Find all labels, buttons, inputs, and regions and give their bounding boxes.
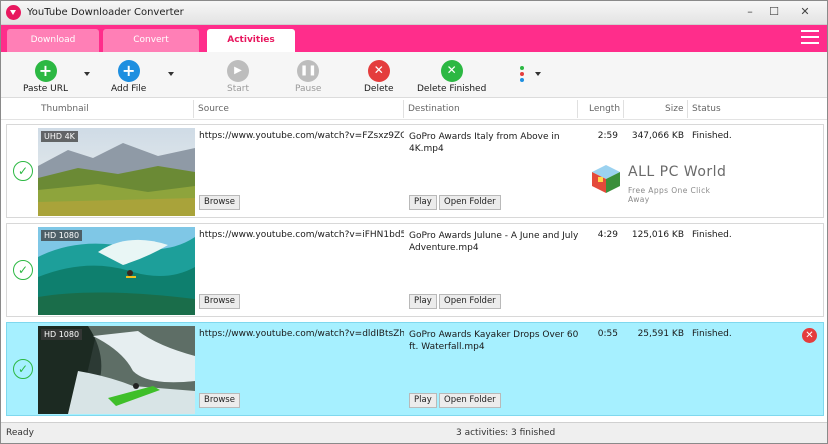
add-file-label: Add File (111, 84, 147, 94)
more-options-dropdown-icon[interactable] (535, 72, 541, 76)
video-thumbnail: HD 1080 (38, 227, 195, 315)
source-url: https://www.youtube.com/watch?v=FZsxz9ZG… (199, 131, 404, 141)
add-file-dropdown-icon[interactable] (168, 72, 174, 76)
source-url: https://www.youtube.com/watch?v=dldIBtsZ… (199, 329, 404, 339)
close-icon: ✕ (367, 60, 390, 82)
paste-url-label: Paste URL (23, 84, 69, 94)
paste-url-button[interactable]: + Paste URL (23, 60, 68, 94)
file-size: 125,016 KB (631, 230, 684, 240)
play-button[interactable]: Play (409, 294, 437, 309)
browse-button[interactable]: Browse (199, 195, 240, 210)
column-length[interactable]: Length (589, 104, 620, 114)
delete-finished-label: Delete Finished (417, 84, 487, 94)
video-thumbnail: UHD 4K (38, 128, 195, 216)
pause-icon: ❚❚ (297, 60, 320, 82)
play-button[interactable]: Play (409, 393, 437, 408)
browse-button[interactable]: Browse (199, 393, 240, 408)
maximize-button[interactable]: ☐ (763, 4, 785, 20)
check-icon: ✓ (13, 260, 33, 280)
play-button[interactable]: Play (409, 195, 437, 210)
status-bar: Ready 3 activities: 3 finished (1, 422, 827, 443)
destination-file: GoPro Awards Julune - A June and July Ad… (409, 231, 579, 253)
play-icon: ▶ (227, 60, 249, 82)
paste-url-dropdown-icon[interactable] (84, 72, 90, 76)
video-length: 0:55 (597, 329, 618, 339)
source-url: https://www.youtube.com/watch?v=iFHN1bd5… (199, 230, 404, 240)
column-status[interactable]: Status (692, 104, 721, 114)
watermark-subtitle: Free Apps One Click Away (628, 186, 711, 204)
status-text: Finished. (692, 230, 732, 240)
start-button[interactable]: ▶ Start (227, 60, 249, 94)
title-bar: YouTube Downloader Converter – ☐ ✕ (1, 1, 827, 25)
pause-label: Pause (295, 84, 322, 94)
delete-finished-button[interactable]: ✕ Delete Finished (417, 60, 486, 94)
activity-row[interactable]: ✓ HD 1080 https://www.youtube.com/watch?… (6, 223, 824, 317)
check-icon: ✓ (13, 359, 33, 379)
add-file-button[interactable]: + Add File (111, 60, 146, 94)
allpcworld-logo-icon (592, 165, 620, 193)
file-size: 347,066 KB (631, 131, 684, 141)
column-thumbnail[interactable]: Thumbnail (41, 104, 89, 114)
check-icon: ✓ (13, 161, 33, 181)
more-options-icon[interactable] (520, 66, 526, 84)
start-label: Start (227, 84, 249, 94)
watermark-title: ALL PC World (628, 164, 727, 180)
tab-convert[interactable]: Convert (103, 29, 199, 52)
status-ready: Ready (6, 428, 34, 438)
watermark: ALL PC World Free Apps One Click Away (588, 159, 733, 205)
pause-button[interactable]: ❚❚ Pause (295, 60, 321, 94)
activity-summary: 3 activities: 3 finished (456, 428, 556, 438)
browse-button[interactable]: Browse (199, 294, 240, 309)
window-title: YouTube Downloader Converter (27, 7, 184, 18)
quality-badge: HD 1080 (41, 329, 83, 340)
status-text: Finished. (692, 329, 732, 339)
open-folder-button[interactable]: Open Folder (439, 294, 501, 309)
column-destination[interactable]: Destination (408, 104, 460, 114)
status-text: Finished. (692, 131, 732, 141)
quality-badge: UHD 4K (41, 131, 78, 142)
close-icon: ✕ (440, 60, 463, 82)
remove-row-icon[interactable]: ✕ (802, 328, 817, 343)
minimize-button[interactable]: – (739, 4, 761, 20)
toolbar: + Paste URL + Add File ▶ Start ❚❚ Pause … (1, 52, 827, 98)
menu-icon[interactable] (801, 30, 819, 46)
column-header: Thumbnail Source Destination Length Size… (1, 98, 827, 120)
app-window: YouTube Downloader Converter – ☐ ✕ Downl… (0, 0, 828, 444)
app-logo-icon (6, 5, 21, 20)
tab-activities[interactable]: Activities (207, 29, 295, 52)
plus-icon: + (34, 60, 57, 82)
close-window-button[interactable]: ✕ (791, 4, 819, 20)
destination-file: GoPro Awards Kayaker Drops Over 60 ft. W… (409, 330, 579, 352)
open-folder-button[interactable]: Open Folder (439, 393, 501, 408)
destination-file: GoPro Awards Italy from Above in 4K.mp4 (409, 132, 560, 154)
tab-download[interactable]: Download (7, 29, 99, 52)
open-folder-button[interactable]: Open Folder (439, 195, 501, 210)
video-thumbnail: HD 1080 (38, 326, 195, 414)
video-length: 4:29 (597, 230, 618, 240)
column-size[interactable]: Size (665, 104, 683, 114)
activity-row-selected[interactable]: ✓ HD 1080 https://www.youtube.com/watch?… (6, 322, 824, 416)
file-size: 25,591 KB (637, 329, 684, 339)
plus-icon: + (117, 60, 140, 82)
column-source[interactable]: Source (198, 104, 229, 114)
delete-button[interactable]: ✕ Delete (364, 60, 394, 94)
tab-bar: Download Convert Activities (1, 25, 827, 52)
video-length: 2:59 (597, 131, 618, 141)
quality-badge: HD 1080 (41, 230, 83, 241)
delete-label: Delete (364, 84, 394, 94)
